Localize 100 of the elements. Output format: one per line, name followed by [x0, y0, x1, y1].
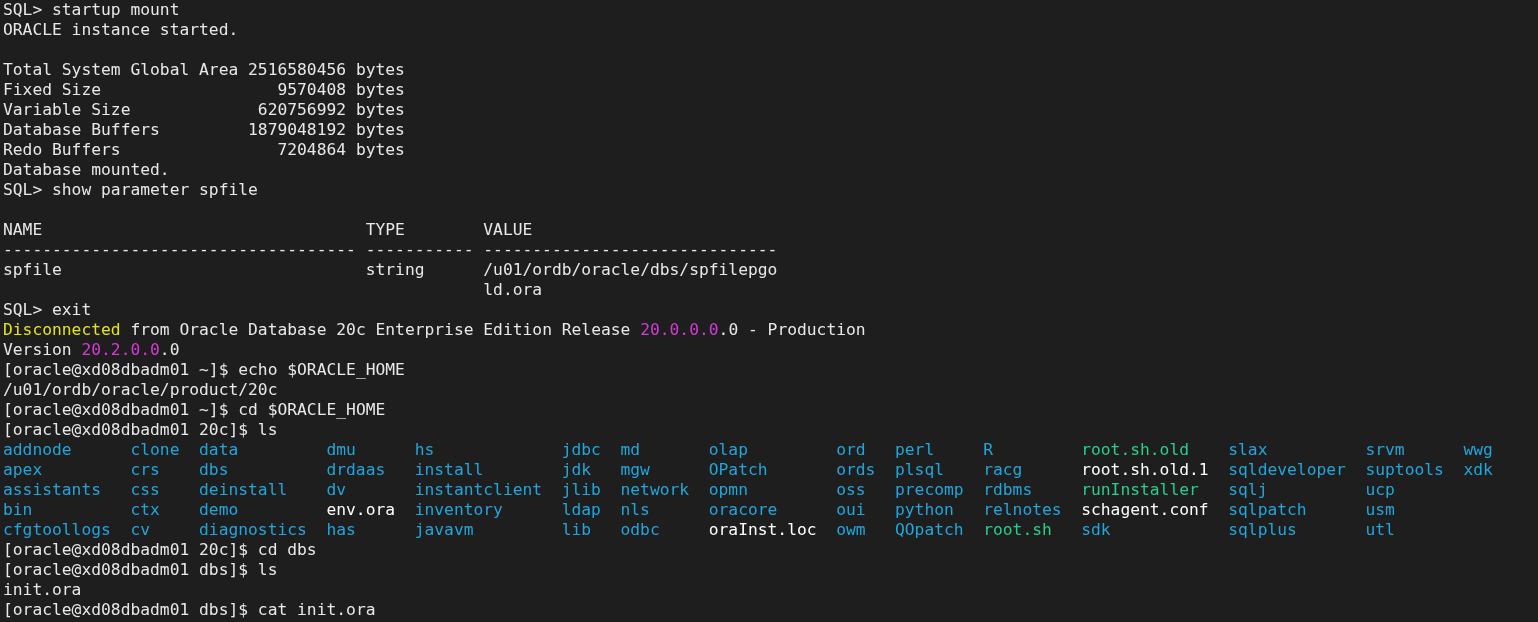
terminal-text: [oracle@xd08dbadm01 dbs]$ cat init.ora — [3, 600, 376, 619]
file-name: root.sh — [983, 520, 1052, 539]
terminal-text: 20.2.0.0 — [81, 340, 160, 359]
file-name: wwg — [1463, 440, 1493, 459]
file-name: dbs — [199, 460, 229, 479]
file-name: precomp — [894, 480, 964, 499]
file-name: olap — [708, 440, 748, 459]
file-name: sdk — [1081, 520, 1111, 539]
file-name: apex — [3, 460, 43, 479]
file-name: ucp — [1365, 480, 1395, 499]
file-name: diagnostics — [199, 520, 307, 539]
file-name: sqlplus — [1228, 520, 1297, 539]
file-name: rdbms — [983, 480, 1033, 499]
file-name: hs — [414, 440, 435, 459]
file-name: R — [983, 440, 993, 459]
terminal-text: SQL> show parameter spfile — [3, 180, 258, 199]
file-name: runInstaller — [1081, 480, 1199, 499]
file-name: QOpatch — [894, 520, 964, 539]
file-name: network — [620, 480, 690, 499]
table-cell: ld.ora — [483, 280, 543, 299]
file-name: crs — [130, 460, 160, 479]
terminal-text: Fixed Size 9570408 bytes — [3, 80, 405, 99]
file-name: sqldeveloper — [1228, 460, 1346, 479]
terminal-text: .0 — [159, 340, 180, 359]
file-name: usm — [1365, 500, 1395, 519]
file-name: demo — [199, 500, 239, 519]
column-heading: VALUE — [483, 220, 533, 239]
file-name: addnode — [3, 440, 72, 459]
file-name: suptools — [1365, 460, 1444, 479]
file-name: md — [620, 440, 641, 459]
file-name: lib — [561, 520, 592, 539]
file-name: oracore — [708, 500, 778, 519]
terminal-text: Variable Size 620756992 bytes — [3, 100, 405, 119]
terminal-text: Total System Global Area 2516580456 bytes — [3, 60, 405, 79]
terminal-text: [oracle@xd08dbadm01 ~]$ cd $ORACLE_HOME — [3, 400, 386, 419]
terminal-text: /u01/ordb/oracle/product/20c — [3, 380, 278, 399]
file-name: sqlpatch — [1228, 500, 1307, 519]
terminal-text: SQL> startup mount — [3, 0, 180, 19]
file-name: javavm — [414, 520, 474, 539]
terminal-text: Disconnected — [3, 320, 121, 339]
table-cell: string — [365, 260, 425, 279]
file-name: ldap — [561, 500, 601, 519]
file-name: relnotes — [983, 500, 1062, 519]
file-name: install — [414, 460, 484, 479]
file-name: opmn — [708, 480, 748, 499]
file-name: srvm — [1365, 440, 1405, 459]
terminal-text: [oracle@xd08dbadm01 20c]$ cd dbs — [3, 540, 317, 559]
terminal-text: from Oracle Database 20c Enterprise Edition Release — [129, 320, 632, 339]
file-name: racg — [983, 460, 1023, 479]
file-name: ords — [836, 460, 876, 479]
terminal-text: init.ora — [3, 580, 82, 599]
file-name: jdk — [561, 460, 592, 479]
file-name: dmu — [326, 440, 356, 459]
terminal-text: SQL> exit — [3, 300, 92, 319]
file-name: data — [199, 440, 239, 459]
file-name: bin — [3, 500, 33, 519]
file-name: OPatch — [708, 460, 768, 479]
file-name: xdk — [1463, 460, 1493, 479]
file-name: slax — [1228, 440, 1268, 459]
file-name: odbc — [620, 520, 660, 539]
table-cell: /u01/ordb/oracle/dbs/spfilepgo — [483, 260, 778, 279]
file-name: env.ora — [326, 500, 396, 519]
table-cell: spfile — [3, 260, 62, 279]
terminal-text: .0 - Production — [718, 320, 866, 339]
terminal-text: Redo Buffers 7204864 bytes — [3, 140, 405, 159]
file-name: ord — [836, 440, 866, 459]
file-name: perl — [894, 440, 935, 459]
file-name: jlib — [561, 480, 601, 499]
file-name: owm — [836, 520, 866, 539]
terminal-text: Database mounted. — [3, 160, 170, 179]
terminal-text: [oracle@xd08dbadm01 ~]$ echo $ORACLE_HOME — [3, 360, 405, 379]
file-name: css — [130, 480, 160, 499]
file-name: dv — [326, 480, 347, 499]
file-name: oss — [836, 480, 866, 499]
file-name: drdaas — [326, 460, 386, 479]
file-name: sqlj — [1228, 480, 1268, 499]
terminal-text: [oracle@xd08dbadm01 20c]$ ls — [3, 420, 278, 439]
file-name: root.sh.old.1 — [1081, 460, 1209, 479]
file-name: nls — [620, 500, 650, 519]
file-name: cv — [130, 520, 151, 539]
column-heading: TYPE — [365, 220, 405, 239]
terminal-text: 20.0.0.0 — [640, 320, 719, 339]
file-name: clone — [130, 440, 180, 459]
column-rule: ------------------------------ — [483, 240, 778, 259]
file-name: oui — [836, 500, 866, 519]
file-name: schagent.conf — [1081, 500, 1209, 519]
file-name: mgw — [620, 460, 650, 479]
file-name: instantclient — [414, 480, 543, 499]
file-name: ctx — [130, 500, 160, 519]
file-name: inventory — [414, 500, 503, 519]
terminal-text: [oracle@xd08dbadm01 dbs]$ ls — [3, 560, 278, 579]
terminal-text: ORACLE instance started. — [3, 20, 239, 39]
file-name: has — [326, 520, 356, 539]
file-name: plsql — [894, 460, 944, 479]
column-rule: ------------------------------------ — [3, 240, 356, 259]
file-name: jdbc — [561, 440, 601, 459]
file-name: assistants — [3, 480, 102, 499]
column-heading: NAME — [3, 220, 43, 239]
column-rule: ----------- — [365, 240, 474, 259]
file-name: cfgtoollogs — [3, 520, 111, 539]
